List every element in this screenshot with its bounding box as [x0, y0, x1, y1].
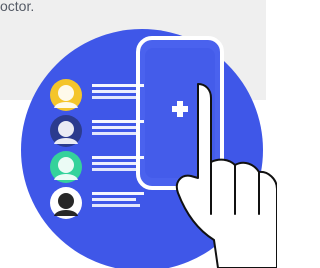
- doctor-app-illustration: [21, 29, 277, 268]
